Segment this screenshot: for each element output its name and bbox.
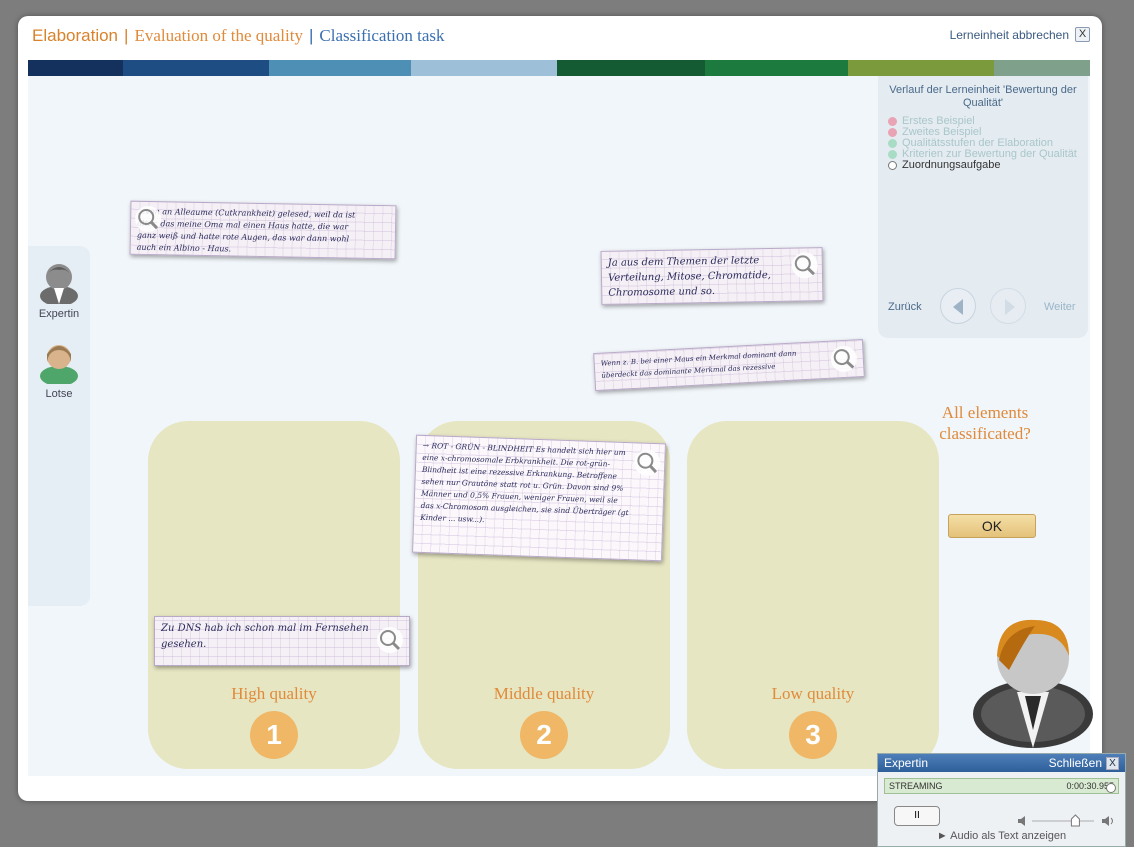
answer-card[interactable]: Wenn z. B. bei einer Maus ein Merkmal do…: [593, 338, 865, 392]
sidebar-item-expertin[interactable]: Expertin: [36, 260, 82, 320]
zone-label: High quality: [231, 684, 317, 703]
color-segment: [705, 60, 848, 76]
zone-label: Low quality: [771, 684, 855, 703]
color-segment: [411, 60, 557, 76]
color-segment: [557, 60, 705, 76]
color-segment: [994, 60, 1090, 76]
breadcrumb-evaluation[interactable]: Evaluation of the quality: [134, 26, 303, 45]
expert-avatar-icon[interactable]: [965, 610, 1105, 750]
abort-lesson-button[interactable]: Lerneinheit abbrechen X: [950, 27, 1090, 42]
status-dot-icon: [888, 139, 897, 148]
player-close-button[interactable]: Schließen X: [1049, 754, 1119, 772]
color-segment: [848, 60, 994, 76]
volume-high-icon: [1102, 816, 1113, 826]
answer-text: → ROT - GRÜN - BLINDHEIT Es handelt sich…: [420, 440, 629, 525]
answer-card[interactable]: → ROT - GRÜN - BLINDHEIT Es handelt sich…: [412, 434, 666, 562]
zone-label: Middle quality: [493, 684, 595, 703]
next-label: Weiter: [1044, 301, 1076, 313]
breadcrumb-elaboration[interactable]: Elaboration: [32, 26, 118, 45]
completion-question: All elements classificated?: [939, 403, 1031, 443]
sidebar-item-label: Lotse: [45, 388, 73, 400]
color-segment: [123, 60, 269, 76]
breadcrumb-separator: |: [124, 26, 129, 45]
player-close-label: Schließen: [1048, 756, 1102, 770]
arrow-right-icon: [1005, 299, 1015, 315]
sidebar-item-label: Expertin: [38, 308, 80, 320]
status-dot-icon: [888, 117, 897, 126]
breadcrumb: Elaboration | Evaluation of the quality | Cl…: [32, 26, 445, 46]
magnifier-icon[interactable]: [633, 449, 661, 477]
back-label: Zurück: [888, 301, 922, 313]
sidebar-item-lotse[interactable]: Lotse: [36, 340, 82, 400]
progress-navigation: Zurück Weiter: [878, 288, 1088, 328]
zone-number: 1: [250, 711, 298, 759]
answer-text: …von an Alleaume (Cutkrankheit) gelesed,…: [136, 206, 356, 254]
back-button[interactable]: [940, 288, 976, 324]
status-dot-icon: [888, 161, 897, 170]
expert-avatar-icon: [39, 260, 79, 306]
next-button[interactable]: [990, 288, 1026, 324]
ok-button[interactable]: OK: [948, 514, 1036, 538]
answer-text: Ja aus dem Themen der letzte Verteilung,…: [607, 255, 772, 299]
magnifier-icon[interactable]: [377, 627, 403, 653]
answer-card[interactable]: Ja aus dem Themen der letzte Verteilung,…: [600, 247, 824, 305]
breadcrumb-classification[interactable]: Classification task: [319, 26, 444, 45]
abort-label: Lerneinheit abbrechen: [949, 27, 1069, 42]
magnifier-icon[interactable]: [134, 205, 162, 233]
progress-item[interactable]: Zuordnungsaufgabe: [888, 160, 1080, 171]
progress-title: Verlauf der Lerneinheit 'Bewertung der Q…: [889, 84, 1077, 109]
zone-number: 2: [520, 711, 568, 759]
color-segment: [28, 60, 123, 76]
volume-control[interactable]: [1018, 814, 1118, 828]
pause-button[interactable]: II: [894, 806, 940, 826]
arrow-left-icon: [953, 299, 963, 315]
seek-handle[interactable]: [1106, 783, 1117, 793]
answer-text: Wenn z. B. bei einer Maus ein Merkmal do…: [600, 349, 797, 380]
player-header: Expertin Schließen X: [878, 754, 1125, 772]
drop-zone-high[interactable]: High quality 1: [148, 421, 400, 769]
drop-zone-low[interactable]: Low quality 3: [687, 421, 939, 769]
status-dot-icon: [888, 128, 897, 137]
audio-player: Expertin Schließen X STREAMING 0:00:30.9…: [877, 753, 1126, 847]
zone-number: 3: [789, 711, 837, 759]
close-icon[interactable]: X: [1075, 27, 1090, 42]
character-sidebar: Expertin Lotse: [28, 246, 90, 606]
progress-panel: Verlauf der Lerneinheit 'Bewertung der Q…: [878, 76, 1088, 338]
answer-card[interactable]: …von an Alleaume (Cutkrankheit) gelesed,…: [129, 200, 397, 260]
header: Elaboration | Evaluation of the quality | Cl…: [18, 16, 1102, 60]
answer-card[interactable]: Zu DNS hab ich schon mal im Fernsehen ge…: [154, 616, 410, 666]
breadcrumb-separator: |: [308, 26, 314, 45]
guide-avatar-icon: [39, 340, 79, 386]
magnifier-icon[interactable]: [830, 345, 858, 373]
color-segment: [269, 60, 411, 76]
stream-progress-bar[interactable]: STREAMING 0:00:30.955: [884, 778, 1119, 794]
volume-slider-handle[interactable]: [1070, 814, 1080, 827]
audio-as-text-link[interactable]: ► Audio als Text anzeigen: [878, 830, 1125, 842]
volume-low-icon: [1018, 816, 1025, 826]
magnifier-icon[interactable]: [791, 252, 819, 279]
player-title: Expertin: [884, 756, 929, 770]
progress-item-label: Zuordnungsaufgabe: [902, 159, 1001, 171]
answer-text: Zu DNS hab ich schon mal im Fernsehen ge…: [161, 623, 369, 650]
status-dot-icon: [888, 150, 897, 159]
stream-status: STREAMING: [889, 781, 943, 791]
section-color-bar: [28, 60, 1090, 76]
close-icon[interactable]: X: [1106, 756, 1119, 770]
